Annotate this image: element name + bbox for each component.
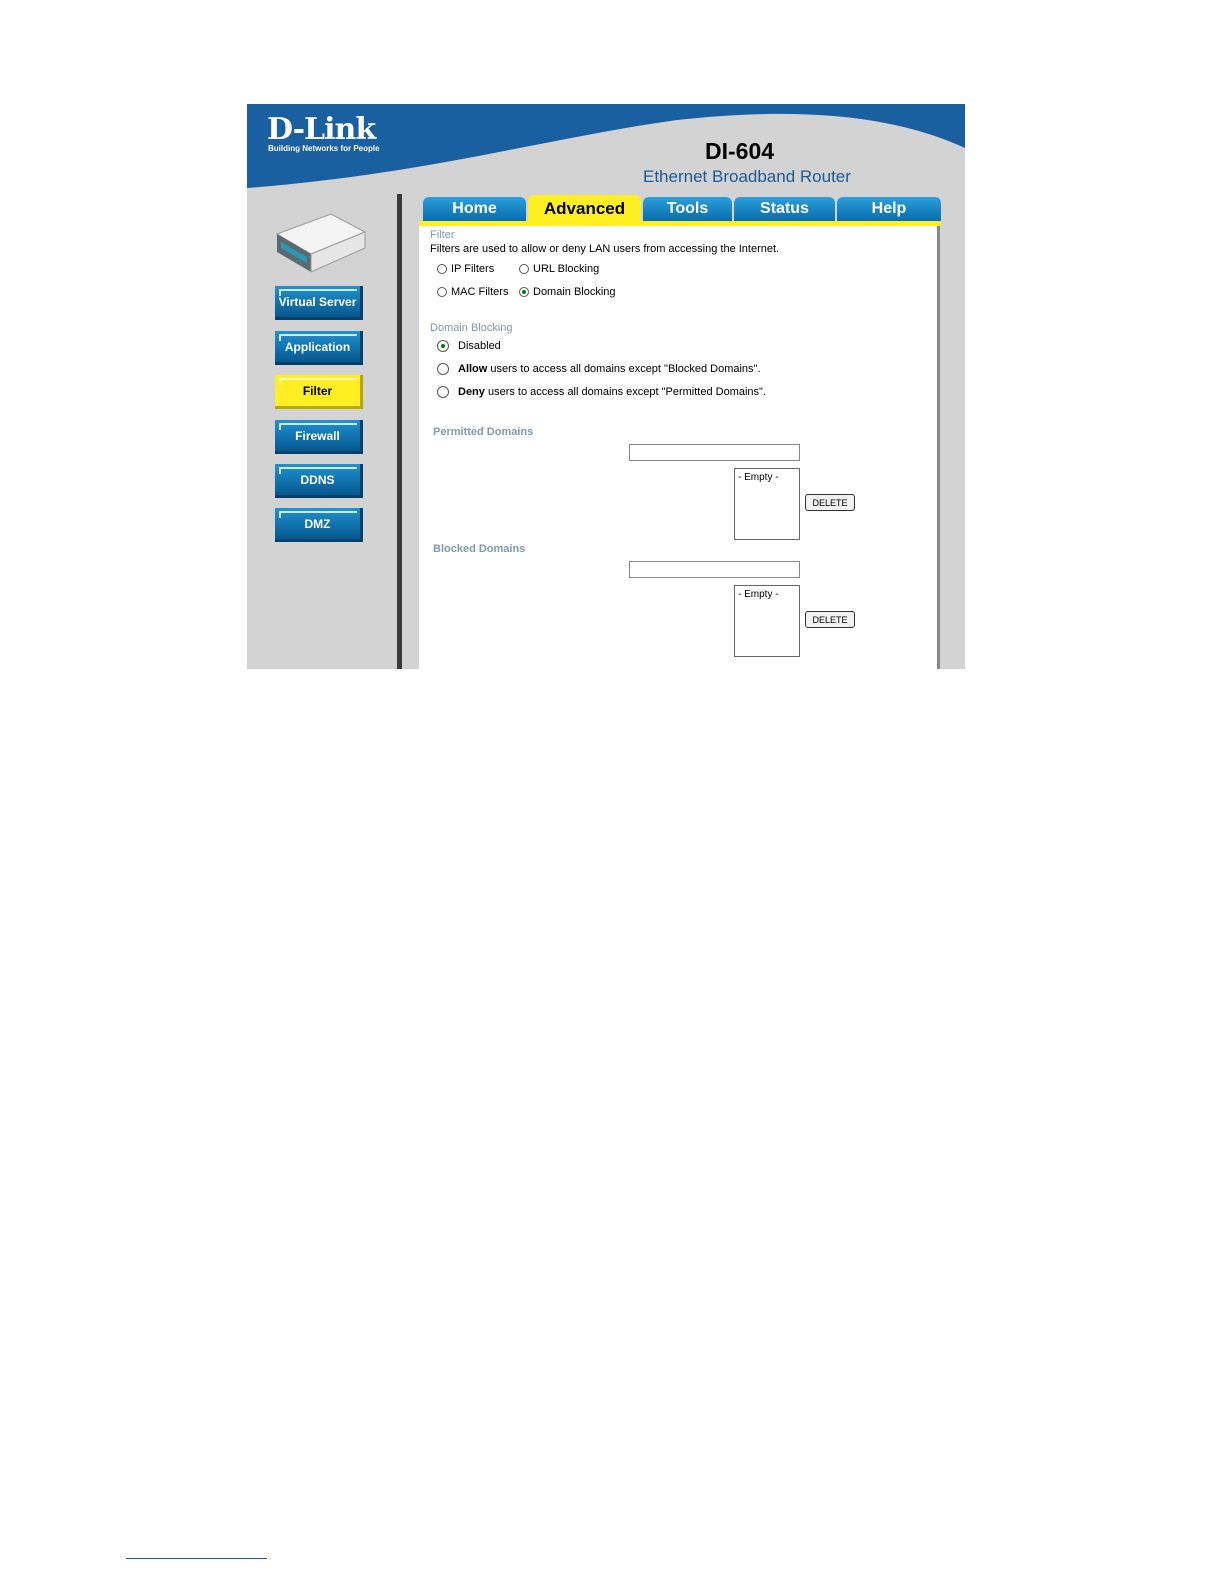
domain-blocking-title: Domain Blocking <box>430 322 513 334</box>
allow-radio[interactable] <box>437 363 449 375</box>
ip-filters-radio[interactable] <box>437 264 447 274</box>
blocked-domains-list[interactable]: - Empty - <box>734 585 800 657</box>
permitted-domains-list[interactable]: - Empty - <box>734 468 800 540</box>
list-item[interactable]: - Empty - <box>738 472 779 483</box>
deny-bold: Deny <box>458 386 485 398</box>
deny-label: Deny users to access all domains except … <box>458 386 766 398</box>
blocked-domains-title: Blocked Domains <box>433 543 526 555</box>
filter-title: Filter <box>430 229 455 241</box>
disabled-radio[interactable] <box>437 340 449 352</box>
model-name: DI-604 <box>705 138 775 164</box>
domain-blocking-label: Domain Blocking <box>533 286 616 298</box>
sidebar: Virtual Server Application Filter Firewa… <box>247 196 397 669</box>
blocked-domain-input[interactable] <box>629 561 800 578</box>
url-blocking-radio[interactable] <box>519 264 529 274</box>
deny-text: users to access all domains except "Perm… <box>484 386 766 398</box>
main-tabs: Home Advanced Tools Status Help <box>423 195 941 221</box>
sidebar-item-dmz[interactable]: DMZ <box>275 508 363 542</box>
allow-label: Allow users to access all domains except… <box>458 363 761 375</box>
sidebar-divider <box>397 194 402 669</box>
list-item[interactable]: - Empty - <box>738 589 779 600</box>
ip-filters-label: IP Filters <box>451 263 495 275</box>
sidebar-item-filter[interactable]: Filter <box>275 375 363 409</box>
sidebar-item-application[interactable]: Application <box>275 331 363 365</box>
deny-radio[interactable] <box>437 386 449 398</box>
footnote-separator <box>126 1558 267 1559</box>
mac-filters-label: MAC Filters <box>451 286 509 298</box>
tab-status[interactable]: Status <box>734 197 835 221</box>
url-blocking-label: URL Blocking <box>533 263 600 275</box>
allow-bold: Allow <box>458 363 488 375</box>
sidebar-item-firewall[interactable]: Firewall <box>275 420 363 454</box>
filter-description: Filters are used to allow or deny LAN us… <box>430 243 780 255</box>
content-panel: Filter Filters are used to allow or deny… <box>419 226 940 669</box>
disabled-label: Disabled <box>458 340 501 352</box>
allow-text: users to access all domains except "Bloc… <box>487 363 761 375</box>
blocked-delete-button[interactable]: DELETE <box>805 611 855 628</box>
sidebar-item-ddns[interactable]: DDNS <box>275 464 363 498</box>
tab-home[interactable]: Home <box>423 197 526 221</box>
domain-blocking-radio[interactable] <box>519 287 529 297</box>
sidebar-item-virtual-server[interactable]: Virtual Server <box>275 286 363 320</box>
brand-tagline: Building Networks for People <box>268 144 380 153</box>
mac-filters-radio[interactable] <box>437 287 447 297</box>
permitted-domains-title: Permitted Domains <box>433 426 534 438</box>
permitted-delete-button[interactable]: DELETE <box>805 494 855 511</box>
tab-advanced[interactable]: Advanced <box>528 195 641 221</box>
router-device-icon <box>275 213 367 273</box>
tab-tools[interactable]: Tools <box>643 197 732 221</box>
router-admin-window: D-Link Building Networks for People DI-6… <box>247 104 965 669</box>
permitted-domain-input[interactable] <box>629 444 800 461</box>
tab-help[interactable]: Help <box>837 197 941 221</box>
brand-logo: D-Link <box>267 112 376 147</box>
product-name: Ethernet Broadband Router <box>643 167 851 186</box>
